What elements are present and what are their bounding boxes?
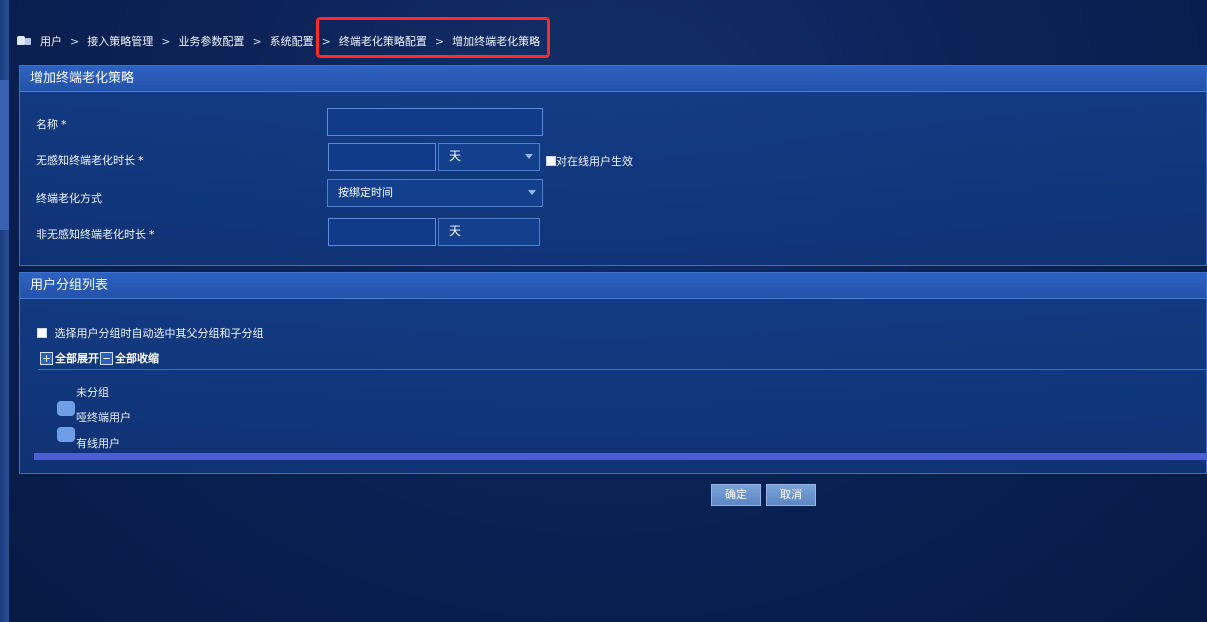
group-node-icon[interactable]	[57, 401, 75, 416]
confirm-button[interactable]: 确定	[711, 484, 761, 506]
left-rail	[0, 0, 9, 622]
add-aging-policy-panel: 增加终端老化策略 名称 * 无感知终端老化时长 * 天 对在线用户生效 终端老化…	[19, 65, 1207, 266]
non-unaware-duration-label: 非无感知终端老化时长	[36, 228, 146, 241]
required-mark: *	[138, 153, 144, 167]
aging-method-label: 终端老化方式	[36, 192, 102, 205]
name-input[interactable]	[327, 108, 543, 136]
cancel-button[interactable]: 取消	[766, 484, 816, 506]
chevron-down-icon	[528, 190, 536, 195]
breadcrumb: 用户 > 接入策略管理 > 业务参数配置 > 系统配置 > 终端老化策略配置 >…	[16, 32, 540, 50]
breadcrumb-item-system-config[interactable]: 系统配置	[270, 33, 314, 49]
auto-select-label: 选择用户分组时自动选中其父分组和子分组	[54, 327, 264, 340]
breadcrumb-item-business-params[interactable]: 业务参数配置	[178, 33, 244, 49]
non-unaware-duration-unit-select[interactable]: 天	[438, 218, 540, 246]
panel-title: 增加终端老化策略	[20, 66, 1206, 92]
auto-select-option[interactable]: 选择用户分组时自动选中其父分组和子分组	[37, 325, 264, 341]
chevron-down-icon	[525, 154, 533, 159]
breadcrumb-separator: >	[434, 34, 445, 48]
online-user-checkbox-label: 对在线用户生效	[556, 155, 633, 168]
users-icon	[16, 34, 32, 48]
breadcrumb-separator: >	[321, 34, 331, 48]
name-label: 名称	[36, 118, 58, 131]
aging-method-value: 按绑定时间	[338, 186, 393, 199]
group-node-icon[interactable]	[57, 427, 75, 442]
breadcrumb-separator: >	[161, 34, 171, 48]
required-mark: *	[149, 227, 155, 241]
panel-title: 用户分组列表	[20, 273, 1206, 299]
required-mark: *	[61, 117, 67, 131]
non-unaware-duration-input[interactable]	[328, 218, 436, 246]
auto-select-checkbox[interactable]	[37, 328, 47, 338]
unaware-duration-unit-select[interactable]: 天	[438, 143, 540, 171]
tree-item-dumb-terminal-users[interactable]: 哑终端用户	[76, 409, 131, 425]
breadcrumb-item-aging-policy-config[interactable]: 终端老化策略配置	[339, 33, 427, 49]
online-user-option[interactable]: 对在线用户生效	[546, 153, 633, 169]
user-group-list-panel: 用户分组列表 选择用户分组时自动选中其父分组和子分组 全部展开 全部收缩 未分组…	[19, 272, 1207, 474]
breadcrumb-item-user[interactable]: 用户	[40, 33, 62, 49]
unit-value: 天	[449, 224, 462, 238]
tree-item-wired-users[interactable]: 有线用户	[76, 435, 120, 451]
non-unaware-duration-row: 非无感知终端老化时长 *	[36, 226, 155, 242]
unaware-duration-label: 无感知终端老化时长	[36, 154, 135, 167]
unaware-duration-input[interactable]	[328, 143, 436, 171]
horizontal-scrollbar[interactable]	[34, 453, 1206, 460]
online-user-checkbox[interactable]	[546, 156, 556, 166]
aging-method-row: 终端老化方式	[36, 190, 102, 206]
collapse-all-button[interactable]: 全部收缩	[115, 350, 159, 366]
tree-item-ungrouped[interactable]: 未分组	[76, 384, 109, 400]
collapse-all-icon[interactable]	[100, 351, 113, 365]
aging-method-select[interactable]: 按绑定时间	[327, 179, 543, 207]
breadcrumb-item-add-aging-policy: 增加终端老化策略	[452, 35, 541, 48]
breadcrumb-separator: >	[70, 34, 80, 48]
expand-all-button[interactable]: 全部展开	[55, 350, 99, 366]
breadcrumb-separator: >	[252, 34, 262, 48]
name-row: 名称 *	[36, 116, 67, 132]
unaware-duration-row: 无感知终端老化时长 *	[36, 152, 144, 168]
unit-value: 天	[449, 149, 462, 163]
tree-toolbar: 全部展开 全部收缩	[40, 350, 159, 366]
breadcrumb-item-access-policy[interactable]: 接入策略管理	[87, 33, 153, 49]
divider	[38, 369, 1206, 370]
expand-all-icon[interactable]	[40, 351, 53, 365]
left-rail-handle[interactable]	[0, 80, 9, 230]
